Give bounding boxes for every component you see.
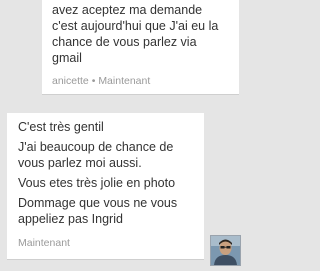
received-message-meta: anicette • Maintenant [52,74,231,88]
user-photo-avatar-icon [211,236,240,265]
avatar[interactable] [210,235,241,266]
message-line: chance de vous parlez via [52,35,197,49]
message-paragraph: C'est très gentil [18,120,104,134]
sent-message-time: Maintenant [18,237,70,249]
message-line: avez aceptez ma demande [52,3,203,17]
received-message-text: avez aceptez ma demande c'est aujourd'hu… [52,2,231,66]
message-paragraph: J'ai beaucoup de chance de vous parlez m… [18,140,174,170]
message-paragraph: Dommage que vous ne vous appeliez pas In… [18,196,178,226]
message-line: c'est aujourd'hui que J'ai eu la [52,19,219,33]
message-line: gmail [52,51,82,65]
sent-message-card: C'est très gentil J'ai beaucoup de chanc… [7,113,204,260]
message-paragraph: Vous etes très jolie en photo [18,176,176,190]
message-time: Maintenant [98,75,151,87]
sender-name: anicette [52,75,89,87]
received-message-card: avez aceptez ma demande c'est aujourd'hu… [42,0,239,95]
meta-separator: • [91,75,96,87]
